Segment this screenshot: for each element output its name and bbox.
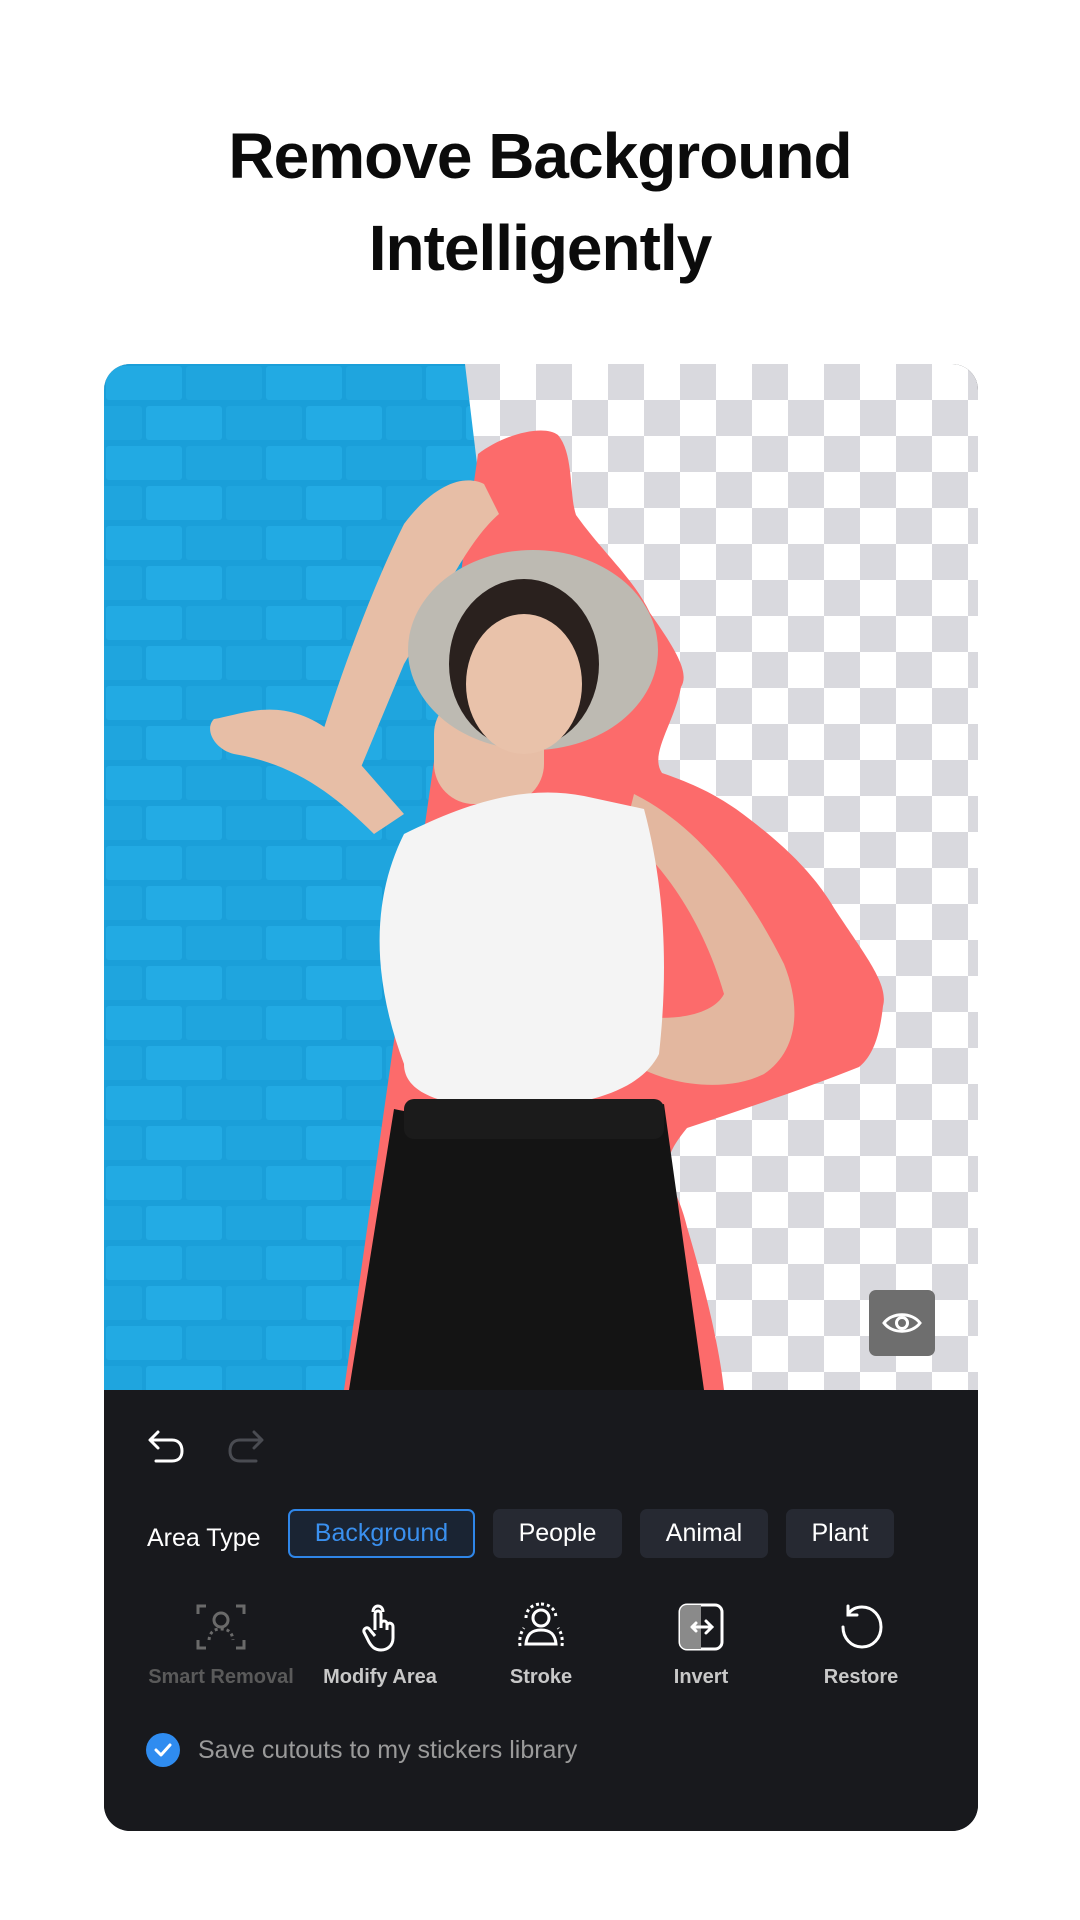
tool-panel: Area Type Background People Animal Plant… [104, 1390, 978, 1831]
save-cutouts-label: Save cutouts to my stickers library [198, 1735, 578, 1764]
save-cutouts-option[interactable]: Save cutouts to my stickers library [146, 1733, 577, 1767]
modify-area-label: Modify Area [323, 1666, 437, 1688]
headline: Remove Background Intelligently [0, 110, 1080, 294]
smart-removal-label: Smart Removal [148, 1666, 294, 1688]
area-type-people[interactable]: People [493, 1509, 622, 1558]
restore-tool[interactable]: Restore [781, 1600, 941, 1689]
stroke-label: Stroke [509, 1666, 573, 1688]
save-cutouts-checkbox[interactable] [146, 1733, 180, 1767]
invert-label: Invert [673, 1666, 729, 1688]
hand-pointer-icon [362, 1604, 395, 1652]
headline-line-2: Intelligently [368, 212, 713, 284]
area-type-background[interactable]: Background [288, 1509, 475, 1558]
person-outline-icon [518, 1602, 564, 1647]
person-scan-icon [196, 1604, 246, 1650]
undo-icon[interactable] [146, 1426, 186, 1466]
area-type-label: Area Type [147, 1524, 261, 1552]
checkmark-icon [154, 1743, 172, 1757]
editor-card: Area Type Background People Animal Plant… [104, 364, 978, 1831]
eye-icon [882, 1313, 922, 1333]
invert-icon [678, 1603, 724, 1651]
smart-removal-tool[interactable]: Smart Removal [141, 1600, 301, 1689]
restore-icon [841, 1604, 883, 1649]
invert-tool[interactable]: Invert [621, 1600, 781, 1689]
restore-label: Restore [823, 1666, 899, 1688]
area-type-plant[interactable]: Plant [786, 1509, 894, 1558]
image-canvas[interactable] [104, 364, 978, 1390]
area-type-animal[interactable]: Animal [640, 1509, 768, 1558]
headline-line-1: Remove Background [228, 120, 852, 192]
stroke-tool[interactable]: Stroke [461, 1600, 621, 1689]
redo-icon[interactable] [226, 1426, 266, 1466]
preview-toggle-button[interactable] [869, 1290, 935, 1356]
modify-area-tool[interactable]: Modify Area [300, 1600, 460, 1689]
